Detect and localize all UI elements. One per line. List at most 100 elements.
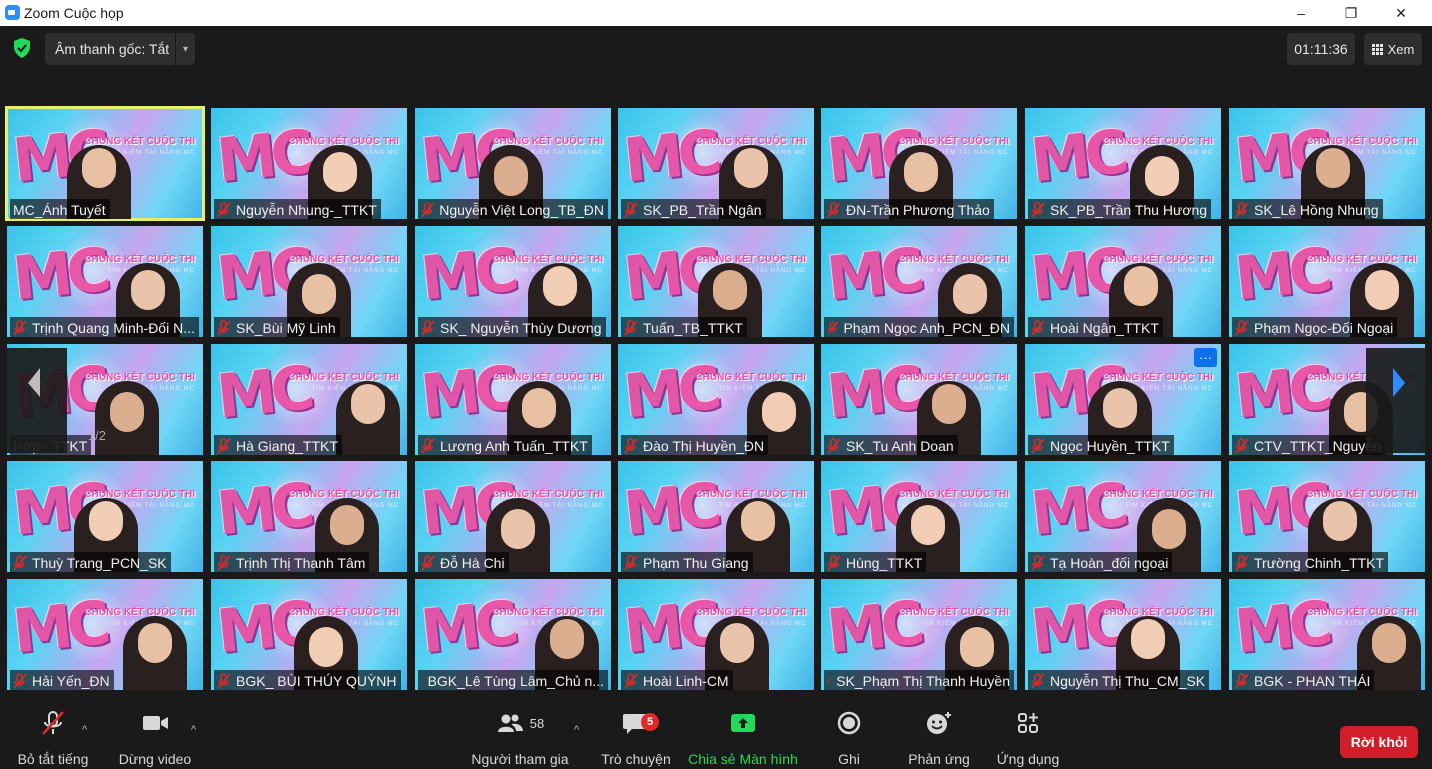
participant-tile[interactable]: MCCHUNG KẾT CUỘC THITÌM KIẾM TÀI NĂNG MC… — [1229, 579, 1425, 690]
participant-face — [720, 623, 754, 663]
share-screen-button[interactable]: Chia sẻ Màn hình — [686, 706, 800, 769]
microphone-muted-icon — [13, 554, 27, 571]
virtual-background-title: CHUNG KẾT CUỘC THI — [898, 489, 1009, 500]
chevron-left-icon — [28, 368, 40, 397]
participant-tile[interactable]: MCCHUNG KẾT CUỘC THITÌM KIẾM TÀI NĂNG MC… — [821, 461, 1017, 572]
gallery-view: MC CHUNG KẾT CUỘC THI TÌM KIẾM TÀI NĂNG MC… — [0, 106, 1432, 692]
participant-face — [1372, 623, 1406, 663]
participant-name: SK_Phạm Thị Thanh Huyền — [836, 672, 1010, 689]
participant-face — [1131, 619, 1165, 659]
participant-tile[interactable]: MCCHUNG KẾT CUỘC THITÌM KIẾM TÀI NĂNG MC… — [211, 108, 407, 219]
microphone-muted-icon — [1031, 437, 1045, 454]
audio-options-caret[interactable]: ^ — [82, 724, 87, 736]
participant-name-tag: BGK_ BÙI THÚY QUỲNH — [214, 670, 401, 690]
virtual-background-title: CHUNG KẾT CUỘC THI — [898, 607, 1009, 618]
participant-face — [713, 270, 747, 310]
participant-face — [131, 270, 165, 310]
virtual-background-title: CHUNG KẾT CUỘC THI — [1102, 489, 1213, 500]
video-camera-icon — [143, 716, 168, 730]
participant-tile[interactable]: MCCHUNG KẾT CUỘC THITÌM KIẾM TÀI NĂNG MC… — [1025, 461, 1221, 572]
apps-label: Ứng dụng — [996, 751, 1060, 767]
participant-tile[interactable]: MCCHUNG KẾT CUỘC THITÌM KIẾM TÀI NĂNG MC… — [211, 461, 407, 572]
participant-tile[interactable]: MCCHUNG KẾT CUỘC THITÌM KIẾM TÀI NĂNG MC… — [618, 344, 814, 455]
unmute-button[interactable]: Bỏ tắt tiếng — [8, 706, 98, 769]
participant-tile[interactable]: MCCHUNG KẾT CUỘC THITÌM KIẾM TÀI NĂNG MC… — [211, 579, 407, 690]
participant-tile[interactable]: MCCHUNG KẾT CUỘC THITÌM KIẾM TÀI NĂNG MC… — [618, 108, 814, 219]
apps-button[interactable]: Ứng dụng — [992, 706, 1064, 769]
participant-face — [330, 505, 364, 545]
participant-tile[interactable]: MCCHUNG KẾT CUỘC THITÌM KIẾM TÀI NĂNG MC… — [211, 344, 407, 455]
participant-tile[interactable]: MCCHUNG KẾT CUỘC THITÌM KIẾM TÀI NĂNG MC… — [415, 579, 611, 690]
view-button[interactable]: Xem — [1364, 33, 1422, 65]
participant-name-tag: SK_Lê Hồng Nhung — [1232, 199, 1383, 219]
participant-tile[interactable]: MCCHUNG KẾT CUỘC THITÌM KIẾM TÀI NĂNG MC… — [821, 344, 1017, 455]
participant-name: SK_PB_Trần Thu Hương — [1050, 201, 1208, 218]
participant-tile[interactable]: MCCHUNG KẾT CUỘC THITÌM KIẾM TÀI NĂNG MC… — [821, 108, 1017, 219]
participants-button[interactable]: 58 Người tham gia — [468, 706, 572, 769]
meeting-toolbar: Bỏ tắt tiếng ^ Dừng video ^ 58 Người tha… — [0, 706, 1432, 769]
reactions-button[interactable]: Phản ứng — [902, 706, 976, 769]
microphone-muted-icon — [624, 554, 638, 571]
virtual-background-title: CHUNG KẾT CUỘC THI — [1306, 489, 1417, 500]
participant-name: BGK - PHAN THÁI — [1254, 672, 1371, 689]
chat-button[interactable]: 5 Trò chuyện — [598, 706, 674, 769]
participant-tile[interactable]: MCCHUNG KẾT CUỘC THITÌM KIẾM TÀI NĂNG MC… — [415, 226, 611, 337]
participant-tile[interactable]: MCCHUNG KẾT CUỘC THITÌM KIẾM TÀI NĂNG MC… — [1229, 461, 1425, 572]
participant-tile[interactable]: MCCHUNG KẾT CUỘC THITÌM KIẾM TÀI NĂNG MC… — [211, 226, 407, 337]
participant-tile[interactable]: MCCHUNG KẾT CUỘC THITÌM KIẾM TÀI NĂNG MC… — [618, 461, 814, 572]
participant-name: Phạm Ngọc Anh_PCN_ĐN — [843, 319, 1010, 336]
participant-tile[interactable]: MCCHUNG KẾT CUỘC THITÌM KIẾM TÀI NĂNG MC… — [1025, 344, 1221, 455]
grid-view-icon — [1371, 43, 1383, 55]
participant-tile[interactable]: MCCHUNG KẾT CUỘC THITÌM KIẾM TÀI NĂNG MC… — [415, 108, 611, 219]
participant-tile[interactable]: MCCHUNG KẾT CUỘC THITÌM KIẾM TÀI NĂNG MC… — [7, 461, 203, 572]
video-options-caret[interactable]: ^ — [191, 724, 196, 736]
participant-tile[interactable]: MCCHUNG KẾT CUỘC THITÌM KIẾM TÀI NĂNG MC… — [1229, 226, 1425, 337]
participant-tile[interactable]: MCCHUNG KẾT CUỘC THITÌM KIẾM TÀI NĂNG MC… — [1025, 108, 1221, 219]
original-sound-button[interactable]: Âm thanh gốc: Tắt — [45, 33, 175, 65]
participant-face — [960, 627, 994, 667]
participant-tile[interactable]: MCCHUNG KẾT CUỘC THITÌM KIẾM TÀI NĂNG MC… — [5, 106, 205, 221]
previous-page-button[interactable]: 1/2 — [7, 348, 106, 453]
virtual-background-title: CHUNG KẾT CUỘC THI — [288, 254, 399, 265]
stop-video-button[interactable]: Dừng video — [112, 706, 198, 769]
participant-name-tag: Phạm Ngọc-Đối Ngoại — [1232, 317, 1398, 337]
next-page-button[interactable]: 1/2 — [1366, 348, 1426, 453]
participant-tile[interactable]: MCCHUNG KẾT CUỘC THITÌM KIẾM TÀI NĂNG MC… — [821, 579, 1017, 690]
participant-name-tag: SK_PB_Trần Thu Hương — [1028, 199, 1212, 219]
participant-tile[interactable]: MCCHUNG KẾT CUỘC THITÌM KIẾM TÀI NĂNG MC… — [415, 461, 611, 572]
maximize-button[interactable]: ❐ — [1328, 0, 1374, 26]
participant-name-tag: Hoài Linh-CM — [621, 670, 733, 690]
participant-name-tag: SK_Tu Anh Doan — [824, 435, 958, 455]
participant-face — [1316, 148, 1350, 188]
participant-tile[interactable]: MCCHUNG KẾT CUỘC THITÌM KIẾM TÀI NĂNG MC… — [1025, 579, 1221, 690]
security-shield-icon[interactable] — [12, 37, 32, 59]
participants-options-caret[interactable]: ^ — [574, 724, 579, 736]
virtual-background-logo: MC — [213, 470, 313, 550]
participant-face — [82, 148, 116, 188]
leave-meeting-button[interactable]: Rời khỏi — [1340, 726, 1418, 758]
virtual-background-title: CHUNG KẾT CUỘC THI — [898, 254, 1009, 265]
participant-face — [1145, 156, 1179, 196]
participant-face — [1152, 509, 1186, 549]
virtual-background-logo: MC — [620, 353, 720, 433]
minimize-button[interactable]: – — [1278, 0, 1324, 26]
participant-name: SK_Bùi Mỹ Linh — [236, 319, 336, 336]
participant-tile[interactable]: MCCHUNG KẾT CUỘC THITÌM KIẾM TÀI NĂNG MC… — [7, 226, 203, 337]
participant-tile[interactable]: MCCHUNG KẾT CUỘC THITÌM KIẾM TÀI NĂNG MC… — [1025, 226, 1221, 337]
virtual-background-logo: MC — [1231, 588, 1331, 668]
close-button[interactable]: ✕ — [1378, 0, 1424, 26]
participant-tile[interactable]: MCCHUNG KẾT CUỘC THITÌM KIẾM TÀI NĂNG MC… — [821, 226, 1017, 337]
participant-name-tag: MC_Ánh Tuyết — [10, 199, 110, 219]
participant-name-tag: Phạm Thu Giang — [621, 552, 753, 572]
participant-name-tag: Nguyễn Thị Thu_CM_SK — [1028, 670, 1210, 690]
participant-tile[interactable]: MCCHUNG KẾT CUỘC THITÌM KIẾM TÀI NĂNG MC… — [618, 226, 814, 337]
tile-more-options-button[interactable]: ··· — [1194, 348, 1217, 367]
record-button[interactable]: Ghi — [822, 706, 876, 769]
participant-tile[interactable]: MCCHUNG KẾT CUỘC THITÌM KIẾM TÀI NĂNG MC… — [1229, 108, 1425, 219]
participant-tile[interactable]: MCCHUNG KẾT CUỘC THITÌM KIẾM TÀI NĂNG MC… — [415, 344, 611, 455]
participant-name: Trường Chinh_TTKT — [1254, 554, 1385, 571]
reaction-smiley-icon — [927, 712, 951, 734]
participant-tile[interactable]: MCCHUNG KẾT CUỘC THITÌM KIẾM TÀI NĂNG MC… — [618, 579, 814, 690]
participant-tile[interactable]: MCCHUNG KẾT CUỘC THITÌM KIẾM TÀI NĂNG MC… — [7, 579, 203, 690]
original-sound-dropdown[interactable]: ▾ — [176, 33, 195, 65]
